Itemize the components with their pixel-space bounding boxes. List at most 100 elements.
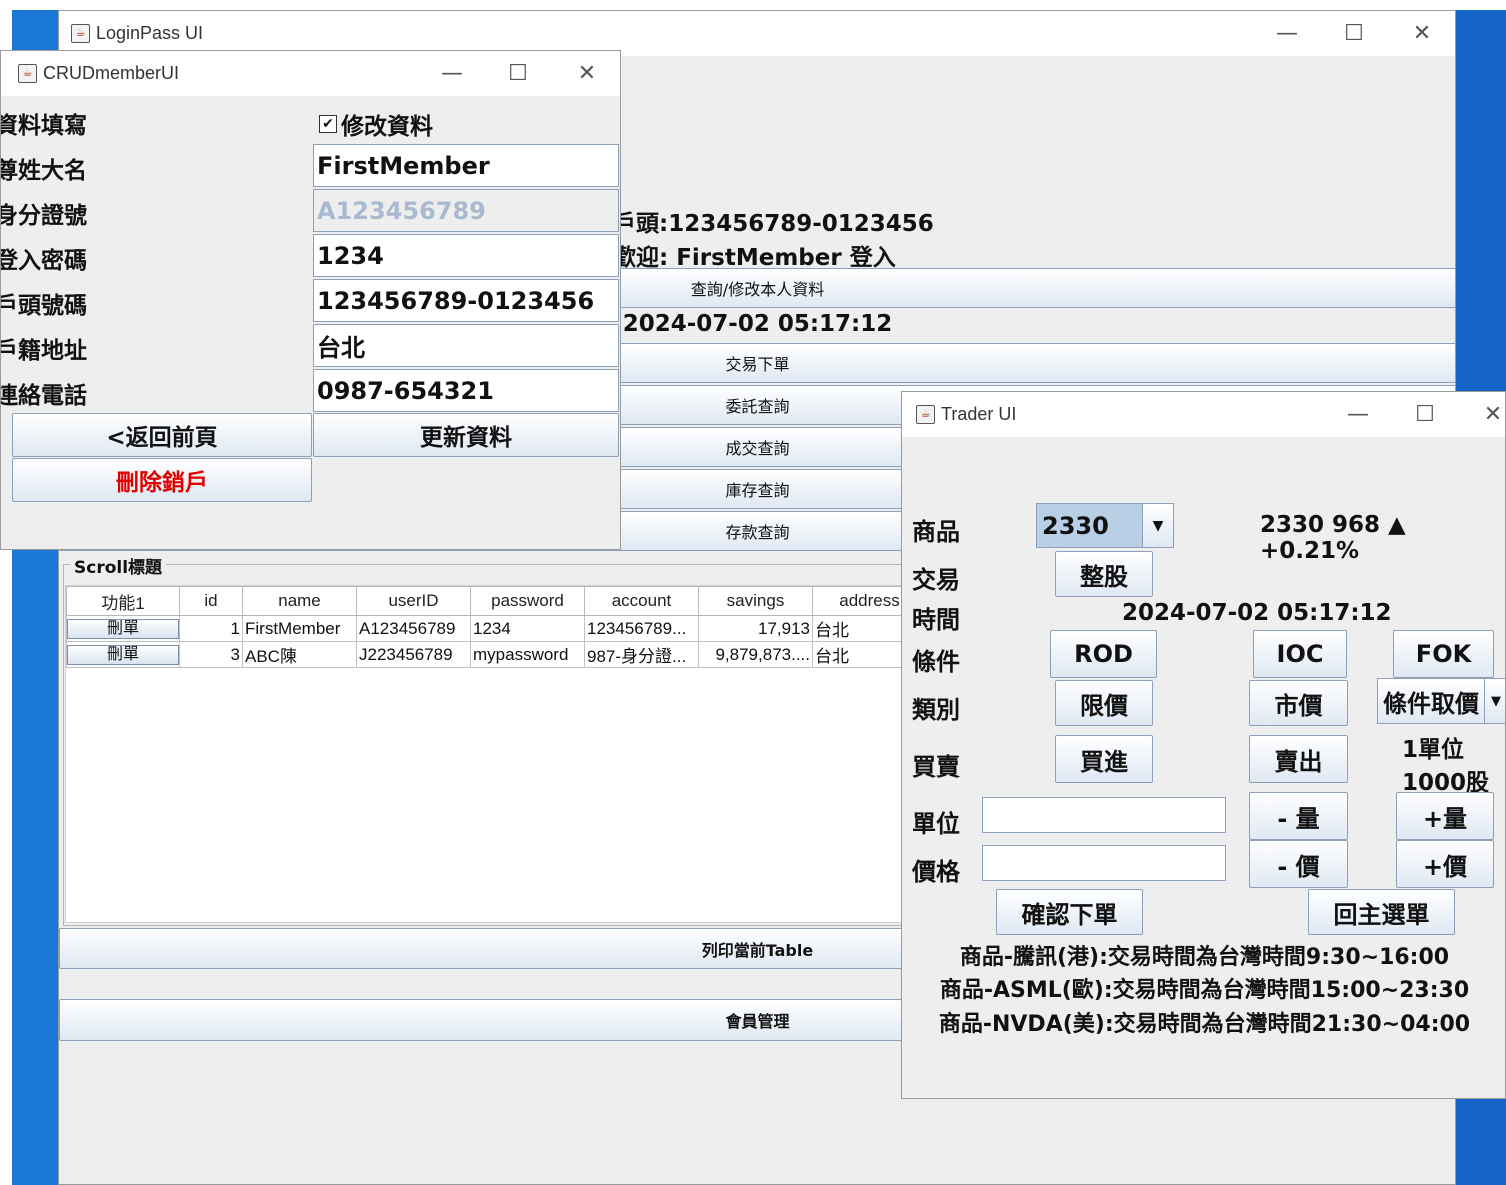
product-select[interactable]: 2330 ▼: [1036, 503, 1174, 548]
cell-savings: 9,879,873....: [698, 641, 813, 668]
java-app-icon: ☕: [916, 405, 935, 424]
edit-checkbox-label: 修改資料: [341, 114, 433, 140]
time-value: 2024-07-02 05:17:12: [1122, 600, 1392, 626]
limit-price-button[interactable]: 限價: [1055, 680, 1153, 726]
fok-button[interactable]: FOK: [1393, 630, 1494, 678]
welcome-line: 歡迎: FirstMember 登入: [613, 245, 896, 271]
field-label-account: 戶頭號碼: [0, 293, 87, 319]
cell-userid: J223456789: [356, 641, 471, 668]
table-header[interactable]: userID: [356, 586, 471, 616]
window-title: CRUDmemberUI: [43, 63, 180, 83]
window-title: LoginPass UI: [96, 23, 204, 43]
product-select-value: 2330: [1037, 504, 1142, 547]
update-button[interactable]: 更新資料: [313, 413, 619, 457]
phone-field[interactable]: 0987-654321: [313, 369, 619, 412]
scroll-panel-title: Scroll標題: [70, 553, 167, 578]
cell-account: 123456789...: [584, 615, 699, 642]
cell-account: 987-身分證...: [584, 641, 699, 668]
type-label: 類別: [912, 696, 960, 724]
chevron-down-icon[interactable]: ▼: [1484, 679, 1505, 723]
trade-label: 交易: [912, 566, 960, 594]
table-header[interactable]: account: [584, 586, 699, 616]
condition-label: 條件: [912, 648, 960, 676]
close-icon[interactable]: ✕: [1399, 11, 1445, 56]
maximize-icon[interactable]: ☐: [1402, 392, 1448, 437]
price-minus-button[interactable]: - 價: [1249, 840, 1348, 888]
quantity-minus-button[interactable]: - 量: [1249, 792, 1348, 840]
table-header[interactable]: savings: [698, 586, 813, 616]
conditional-price-value: 條件取價: [1378, 679, 1484, 723]
section-label: 資料填寫: [0, 113, 87, 139]
price-input[interactable]: [982, 845, 1226, 881]
main-menu-button[interactable]: 回主選單: [1308, 889, 1455, 935]
java-app-icon: ☕: [18, 64, 37, 83]
java-app-icon: ☕: [71, 24, 90, 43]
trader-titlebar[interactable]: ☕ Trader UI — ☐ ✕: [902, 392, 1505, 437]
back-button[interactable]: <返回前頁: [12, 413, 312, 457]
unit-note-line1: 1單位: [1402, 737, 1465, 763]
product-label: 商品: [912, 518, 960, 546]
market-price-button[interactable]: 市價: [1249, 680, 1348, 726]
cell-userid: A123456789: [356, 615, 471, 642]
unit-input[interactable]: [982, 797, 1226, 833]
maximize-icon[interactable]: ☐: [1331, 11, 1377, 56]
cell-password: mypassword: [470, 641, 585, 668]
trading-hours-line: 商品-NVDA(美):交易時間為台灣時間21:30~04:00: [938, 1012, 1471, 1037]
table-header[interactable]: id: [179, 586, 243, 616]
time-label: 時間: [912, 606, 960, 634]
field-label-address: 戶籍地址: [0, 338, 87, 364]
chevron-down-icon[interactable]: ▼: [1142, 504, 1173, 547]
cell-id: 1: [179, 615, 243, 642]
cell-password: 1234: [470, 615, 585, 642]
table-row[interactable]: 刪單 1 FirstMember A123456789 1234 1234567…: [66, 615, 927, 642]
cell-savings: 17,913: [698, 615, 813, 642]
table-row[interactable]: 刪單 3 ABC陳 J223456789 mypassword 987-身分證.…: [66, 641, 927, 668]
checkbox-checked-icon[interactable]: ✔: [319, 115, 337, 133]
id-number-field[interactable]: A123456789: [313, 189, 619, 232]
price-plus-button[interactable]: +價: [1396, 840, 1494, 888]
crud-member-window: ☕ CRUDmemberUI — ☐ ✕ 資料填寫 ✔ 修改資料 尊姓大名 Fi…: [0, 50, 621, 550]
cell-name: ABC陳: [242, 641, 357, 668]
quote-label: 2330 968 ▲ +0.21%: [1260, 512, 1406, 564]
member-table: 功能1 id name userID password account savi…: [66, 586, 927, 668]
side-label: 買賣: [912, 753, 960, 781]
quantity-plus-button[interactable]: +量: [1396, 792, 1494, 840]
price-label: 價格: [912, 858, 960, 886]
table-header[interactable]: 功能1: [66, 586, 180, 616]
field-label-phone: 連絡電話: [0, 383, 87, 409]
sell-button[interactable]: 賣出: [1249, 735, 1348, 783]
delete-account-button[interactable]: 刪除銷戶: [12, 458, 312, 502]
conditional-price-select[interactable]: 條件取價 ▼: [1377, 678, 1505, 724]
delete-row-button[interactable]: 刪單: [67, 618, 179, 639]
crud-titlebar[interactable]: ☕ CRUDmemberUI — ☐ ✕: [1, 51, 620, 96]
unit-label: 單位: [912, 810, 960, 838]
rod-button[interactable]: ROD: [1050, 630, 1157, 678]
close-icon[interactable]: ✕: [564, 51, 610, 96]
maximize-icon[interactable]: ☐: [495, 51, 541, 96]
ioc-button[interactable]: IOC: [1253, 630, 1347, 678]
table-header[interactable]: name: [242, 586, 357, 616]
password-field[interactable]: 1234: [313, 234, 619, 277]
delete-row-button[interactable]: 刪單: [67, 644, 179, 665]
minimize-icon[interactable]: —: [1335, 392, 1381, 437]
account-line: 戶頭:123456789-0123456: [613, 211, 934, 237]
trading-hours-line: 商品-騰訊(港):交易時間為台灣時間9:30~16:00: [959, 945, 1450, 970]
confirm-order-button[interactable]: 確認下單: [996, 889, 1143, 935]
cell-id: 3: [179, 641, 243, 668]
minimize-icon[interactable]: —: [429, 51, 475, 96]
whole-lot-button[interactable]: 整股: [1055, 551, 1153, 597]
trading-hours-line: 商品-ASML(歐):交易時間為台灣時間15:00~23:30: [939, 978, 1470, 1003]
field-label-id: 身分證號: [0, 203, 87, 229]
field-label-password: 登入密碼: [0, 248, 87, 274]
trader-window: ☕ Trader UI — ☐ ✕ 商品 2330 ▼ 2330 968 ▲ +…: [901, 391, 1506, 1099]
buy-button[interactable]: 買進: [1055, 735, 1153, 783]
close-icon[interactable]: ✕: [1470, 392, 1505, 437]
table-header[interactable]: password: [470, 586, 585, 616]
window-title: Trader UI: [941, 404, 1017, 424]
cell-name: FirstMember: [242, 615, 357, 642]
edit-checkbox[interactable]: ✔ 修改資料: [319, 107, 433, 141]
name-field[interactable]: FirstMember: [313, 144, 619, 187]
account-field[interactable]: 123456789-0123456: [313, 279, 619, 322]
minimize-icon[interactable]: —: [1264, 11, 1310, 56]
address-field[interactable]: 台北: [313, 324, 619, 367]
